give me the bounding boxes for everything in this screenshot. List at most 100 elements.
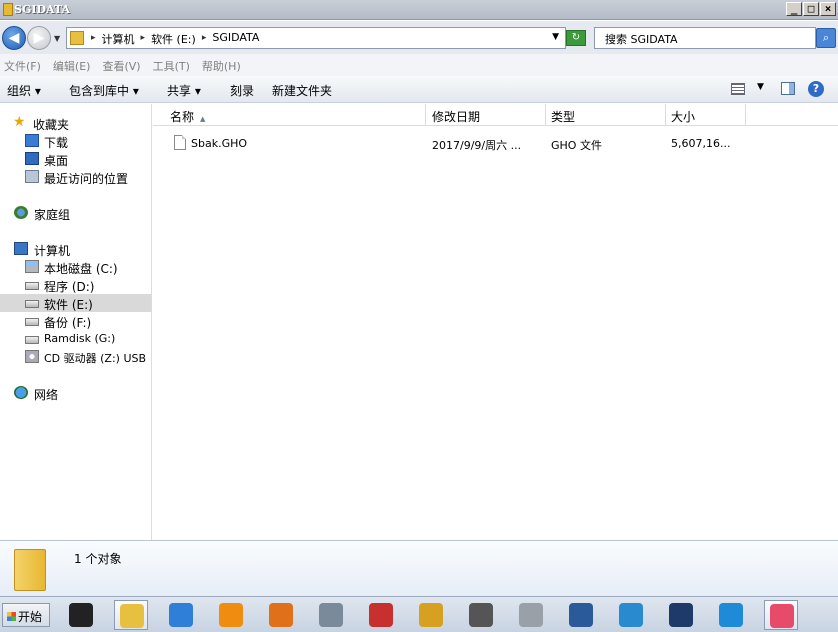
taskbar-app[interactable] [164, 600, 198, 630]
start-button[interactable]: 开始 [2, 603, 50, 627]
taskbar-app[interactable] [64, 600, 98, 630]
recent-places-icon [25, 170, 39, 183]
search-input[interactable]: 搜索 SGIDATA [594, 27, 816, 49]
nav-drive-c[interactable]: 本地磁盘 (C:) [0, 258, 151, 276]
column-size[interactable]: 大小 [666, 104, 746, 126]
column-header: 名称 ▲ 修改日期 类型 大小 [153, 104, 838, 126]
navigation-pane: ★ 收藏夹 下载 桌面 最近访问的位置 家庭组 计算机 本地磁盘 (C:) 程序… [0, 104, 152, 540]
details-pane: 1 个对象 [0, 540, 838, 596]
explorer-icon [120, 604, 144, 628]
new-folder-button[interactable]: 新建文件夹 [272, 82, 332, 99]
menu-help[interactable]: 帮助(H) [200, 54, 249, 76]
vpn-icon [419, 603, 443, 627]
burn-button[interactable]: 刻录 [230, 82, 254, 99]
title-bar: SGIDATA _ □ × [0, 0, 838, 20]
file-list: 名称 ▲ 修改日期 类型 大小 Sbak.GHO 2017/9/9/周六 ... … [153, 104, 838, 540]
taskbar-app[interactable] [714, 600, 748, 630]
monitor-icon [569, 603, 593, 627]
taskbar-app[interactable] [464, 600, 498, 630]
table-row[interactable]: Sbak.GHO 2017/9/9/周六 ... GHO 文件 5,607,16… [153, 134, 838, 154]
nav-drive-f[interactable]: 备份 (F:) [0, 312, 151, 330]
file-modified: 2017/9/9/周六 ... [432, 139, 522, 152]
nav-drive-e[interactable]: 软件 (E:) [0, 294, 151, 312]
taskbar-app[interactable] [664, 600, 698, 630]
qq-icon [69, 603, 93, 627]
address-dropdown[interactable]: ▼ [552, 32, 559, 42]
command-bar: 组织 ▾ 包含到库中 ▾ 共享 ▾ 刻录 新建文件夹 ▼ ? [0, 76, 838, 103]
minimize-button[interactable]: _ [786, 2, 802, 16]
windows-logo-icon [7, 612, 16, 621]
sort-ascending-icon: ▲ [200, 115, 206, 123]
taskbar-app[interactable] [364, 600, 398, 630]
globe-icon [619, 603, 643, 627]
menu-tools[interactable]: 工具(T) [151, 54, 198, 76]
breadcrumb-computer[interactable]: 计算机 [102, 31, 135, 47]
column-name[interactable]: 名称 ▲ [153, 104, 426, 126]
forward-button[interactable]: ▶ [27, 26, 51, 50]
nav-drive-z[interactable]: CD 驱动器 (Z:) USB [0, 348, 151, 366]
taskbar-app[interactable] [114, 600, 148, 630]
hard-drive-icon [25, 318, 39, 326]
organize-button[interactable]: 组织 ▾ [7, 82, 41, 99]
nav-network[interactable]: 网络 [0, 384, 151, 402]
recent-pages-dropdown[interactable]: ▼ [54, 34, 60, 43]
column-type[interactable]: 类型 [546, 104, 666, 126]
search-placeholder: 搜索 SGIDATA [605, 33, 678, 46]
file-size: 5,607,16... [671, 137, 731, 150]
download-folder-icon [25, 134, 39, 147]
taskbar-app[interactable] [264, 600, 298, 630]
search-icon[interactable]: ⌕ [816, 28, 836, 48]
view-dropdown-icon[interactable]: ▼ [757, 82, 764, 92]
taskbar-app[interactable] [514, 600, 548, 630]
back-button[interactable]: ◀ [2, 26, 26, 50]
include-in-library-button[interactable]: 包含到库中 ▾ [69, 82, 139, 99]
taskbar-app[interactable] [214, 600, 248, 630]
view-options-icon[interactable] [731, 83, 745, 95]
menu-edit[interactable]: 编辑(E) [51, 54, 99, 76]
usb-tool-icon [469, 603, 493, 627]
taskbar-app[interactable] [564, 600, 598, 630]
star-icon: ★ [13, 114, 26, 130]
taskbar-app[interactable] [314, 600, 348, 630]
nav-desktop[interactable]: 桌面 [0, 150, 151, 168]
nav-recent-places[interactable]: 最近访问的位置 [0, 168, 151, 186]
app-orange-icon [219, 603, 243, 627]
share-button[interactable]: 共享 ▾ [167, 82, 201, 99]
help-icon[interactable]: ? [808, 81, 824, 97]
nav-downloads[interactable]: 下载 [0, 132, 151, 150]
taskbar-app[interactable] [614, 600, 648, 630]
close-button[interactable]: × [820, 2, 836, 16]
address-row: ◀ ▶ ▼ ▸ 计算机 ▸ 软件 (E:) ▸ SGIDATA ▼ ↻ 搜索 S… [0, 21, 838, 54]
nav-computer[interactable]: 计算机 [0, 240, 151, 258]
nav-favorites[interactable]: ★ 收藏夹 [0, 114, 151, 132]
desktop-icon [25, 152, 39, 165]
file-name: Sbak.GHO [191, 137, 248, 150]
menu-view[interactable]: 查看(V) [100, 54, 148, 76]
refresh-button[interactable]: ↻ [566, 30, 586, 46]
window-controls: _ □ × [786, 2, 836, 16]
column-modified[interactable]: 修改日期 [426, 104, 546, 126]
camera-icon [770, 604, 794, 628]
file-icon [174, 135, 186, 150]
folder-icon [70, 31, 84, 45]
cd-drive-icon [25, 350, 39, 363]
nav-homegroup[interactable]: 家庭组 [0, 204, 151, 222]
system-drive-icon [25, 260, 39, 273]
hard-drive-icon [25, 300, 39, 308]
ie-icon [169, 603, 193, 627]
record-icon [369, 603, 393, 627]
hard-drive-icon [25, 282, 39, 290]
file-type: GHO 文件 [551, 139, 602, 152]
maximize-button[interactable]: □ [803, 2, 819, 16]
address-bar[interactable]: ▸ 计算机 ▸ 软件 (E:) ▸ SGIDATA ▼ [66, 27, 566, 49]
nav-drive-g[interactable]: Ramdisk (G:) [0, 330, 151, 348]
taskbar-app[interactable] [764, 600, 798, 630]
nav-drive-d[interactable]: 程序 (D:) [0, 276, 151, 294]
breadcrumb-sgidata[interactable]: SGIDATA [212, 31, 259, 47]
taskbar-app[interactable] [414, 600, 448, 630]
breadcrumb-drive-e[interactable]: 软件 (E:) [151, 31, 196, 47]
breadcrumb: ▸ 计算机 ▸ 软件 (E:) ▸ SGIDATA [91, 31, 260, 47]
preview-pane-icon[interactable] [781, 82, 795, 95]
menu-file[interactable]: 文件(F) [2, 54, 49, 76]
taskbar: 开始 [0, 596, 838, 632]
